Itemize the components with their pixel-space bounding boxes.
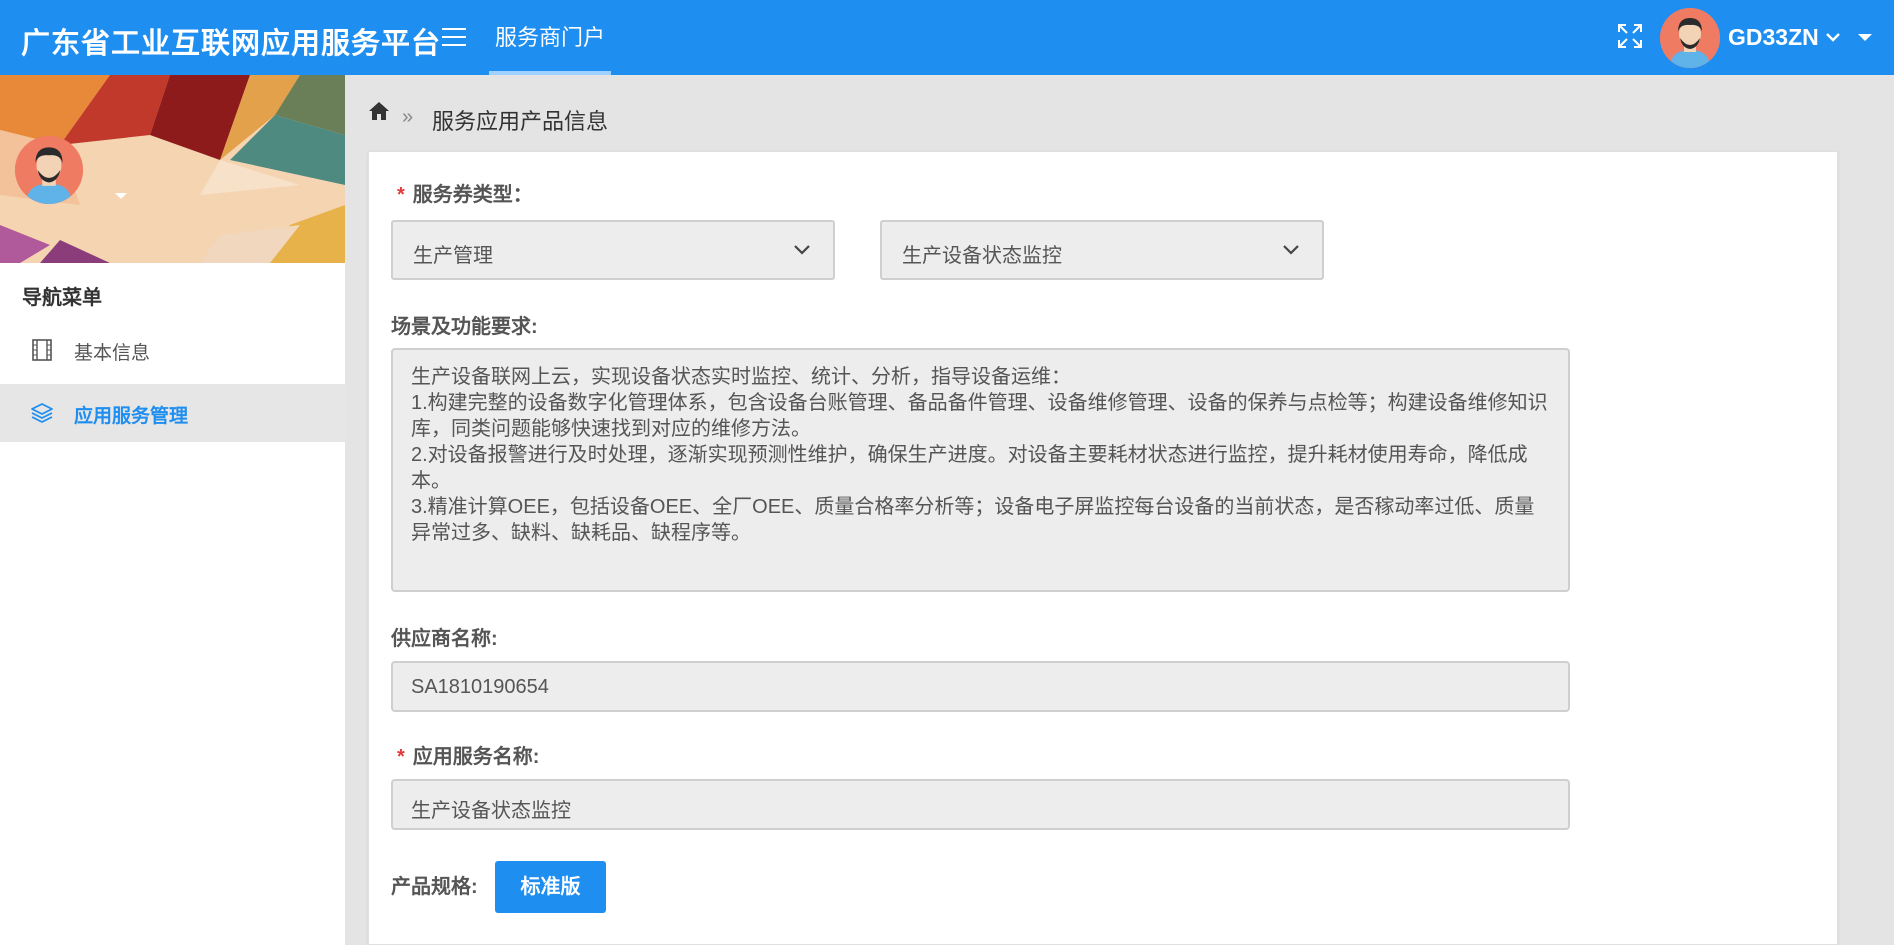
- user-avatar-icon: [1660, 8, 1720, 68]
- film-icon: [32, 339, 52, 361]
- spec-standard-button[interactable]: 标准版: [495, 861, 606, 913]
- caret-down-icon[interactable]: [115, 193, 127, 199]
- supplier-label: 供应商名称:: [391, 628, 498, 650]
- breadcrumb-current: 服务应用产品信息: [432, 109, 609, 134]
- top-navbar: 广东省工业互联网应用服务平台 服务商门户 GD33ZN: [0, 0, 1894, 75]
- sidebar-banner: [0, 75, 345, 263]
- menu-icon[interactable]: [442, 28, 466, 48]
- supplier-field[interactable]: SA1810190654: [391, 661, 1570, 712]
- spec-label: 产品规格:: [391, 876, 478, 898]
- brand-title[interactable]: 广东省工业互联网应用服务平台: [21, 20, 441, 62]
- coupon-type-label: * 服务券类型：: [397, 184, 533, 206]
- breadcrumb-separator: »: [402, 106, 414, 128]
- page-gutter: [1855, 75, 1894, 945]
- sidebar-avatar[interactable]: [15, 136, 83, 204]
- sidebar-item-basic-info[interactable]: 基本信息: [0, 321, 345, 379]
- user-avatar-icon: [15, 136, 83, 204]
- required-marker: *: [397, 746, 405, 768]
- tab-service-provider-portal[interactable]: 服务商门户: [489, 0, 612, 75]
- fullscreen-icon[interactable]: [1616, 22, 1644, 50]
- avatar[interactable]: [1660, 8, 1720, 68]
- nav-menu-title: 导航菜单: [22, 287, 102, 309]
- requirements-label: 场景及功能要求:: [391, 316, 538, 338]
- layers-icon: [31, 403, 53, 423]
- required-marker: *: [397, 184, 405, 206]
- sidebar-item-app-service-management[interactable]: 应用服务管理: [0, 384, 345, 442]
- chevron-down-icon[interactable]: [1825, 30, 1841, 44]
- chevron-down-icon: [794, 245, 810, 255]
- username[interactable]: GD33ZN: [1728, 24, 1819, 51]
- subcategory-select-value: 生产设备状态监控: [902, 245, 1062, 267]
- category-select-value: 生产管理: [413, 245, 493, 267]
- sidebar-item-label: 应用服务管理: [74, 406, 189, 427]
- sidebar: 导航菜单 基本信息 应用服务管理: [0, 75, 345, 945]
- requirements-textarea[interactable]: 生产设备联网上云，实现设备状态实时监控、统计、分析，指导设备运维： 1.构建完整…: [391, 348, 1570, 592]
- subcategory-select[interactable]: 生产设备状态监控: [880, 220, 1324, 280]
- caret-down-icon[interactable]: [1858, 34, 1872, 41]
- category-select[interactable]: 生产管理: [391, 220, 835, 280]
- home-icon[interactable]: [368, 100, 390, 122]
- service-name-field[interactable]: 生产设备状态监控: [391, 779, 1570, 830]
- chevron-down-icon: [1283, 245, 1299, 255]
- service-name-label: * 应用服务名称:: [397, 746, 540, 768]
- sidebar-item-label: 基本信息: [74, 343, 151, 364]
